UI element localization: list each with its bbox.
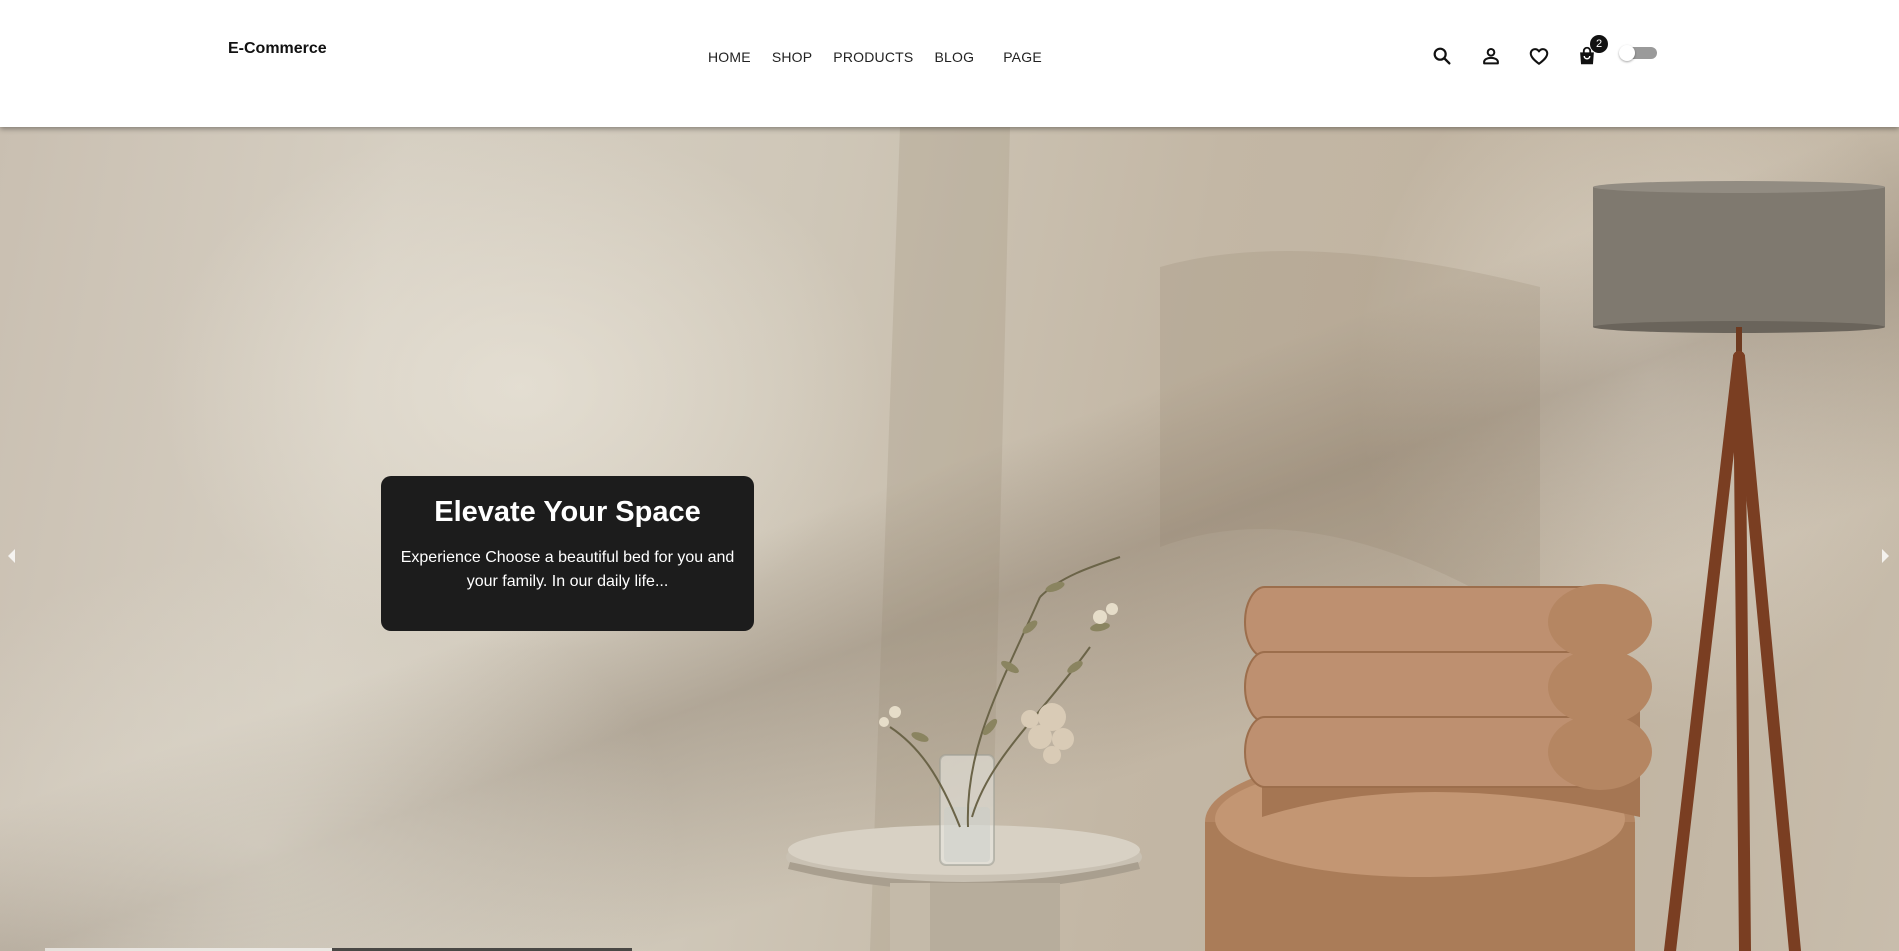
slider-indicators — [0, 947, 1899, 951]
slider-prev-button[interactable] — [6, 547, 16, 565]
hero-slider: Elevate Your Space Experience Choose a b… — [0, 127, 1899, 951]
user-icon[interactable] — [1479, 44, 1503, 68]
hero-image — [786, 127, 1885, 951]
toggle-knob — [1619, 45, 1635, 61]
site-logo[interactable]: E-Commerce — [228, 40, 327, 58]
search-icon[interactable] — [1430, 44, 1454, 68]
site-header: E-Commerce HOME SHOP PRODUCTS BLOG PAGE … — [0, 0, 1899, 127]
hero-text: Experience Choose a beautiful bed for yo… — [400, 549, 735, 590]
main-nav: HOME SHOP PRODUCTS BLOG PAGE — [708, 49, 1042, 65]
nav-page[interactable]: PAGE — [1003, 49, 1042, 65]
theme-toggle[interactable] — [1619, 45, 1657, 61]
heart-icon[interactable] — [1527, 44, 1551, 68]
cart-count-badge: 2 — [1590, 35, 1608, 53]
chevron-right-icon — [1882, 549, 1889, 563]
nav-shop[interactable]: SHOP — [772, 49, 812, 65]
hero-caption: Elevate Your Space Experience Choose a b… — [381, 476, 754, 631]
chevron-left-icon — [8, 549, 15, 563]
nav-home[interactable]: HOME — [708, 49, 751, 65]
nav-products[interactable]: PRODUCTS — [833, 49, 913, 65]
hero-title: Elevate Your Space — [434, 496, 701, 528]
nav-blog[interactable]: BLOG — [934, 49, 974, 65]
slider-next-button[interactable] — [1881, 547, 1891, 565]
